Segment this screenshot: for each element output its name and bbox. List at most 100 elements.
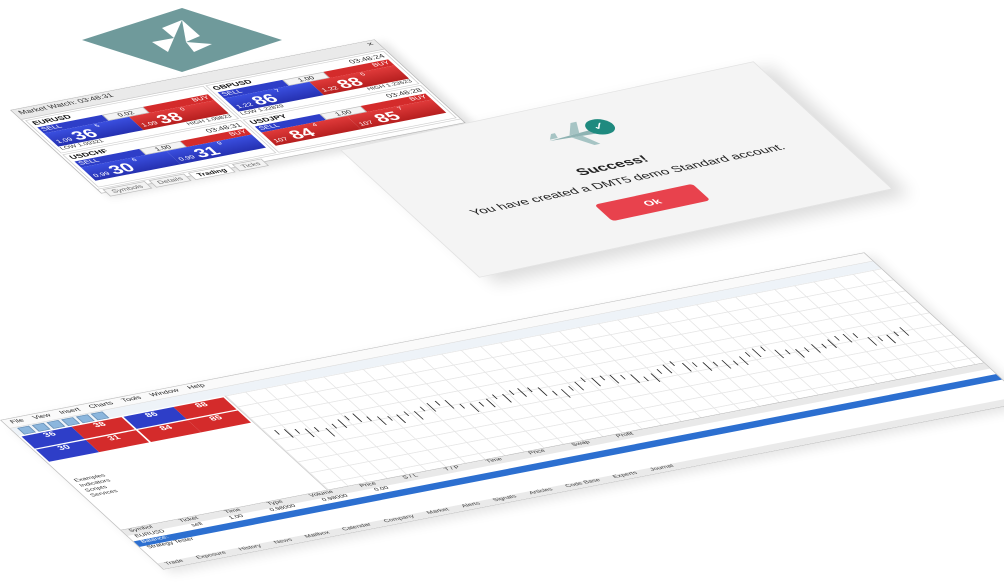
- ohlc-bar: [760, 346, 766, 352]
- ohlc-bar: [331, 423, 338, 429]
- sell-price-point: 7: [273, 88, 282, 94]
- ohlc-bar: [337, 419, 348, 428]
- tab-news[interactable]: News: [273, 538, 296, 547]
- ohlc-bar: [738, 356, 749, 365]
- ohlc-bar: [459, 403, 466, 409]
- ohlc-bar: [387, 416, 393, 421]
- ohlc-bar: [434, 400, 441, 406]
- trading-terminal: File View Insert Charts Tools Window Hel…: [0, 252, 1004, 570]
- ohlc-bar: [810, 344, 821, 353]
- ohlc-bar: [413, 411, 424, 420]
- sell-price-point: 4: [310, 122, 320, 128]
- ohlc-bar: [619, 374, 626, 380]
- ohlc-bar: [751, 348, 762, 358]
- ok-button[interactable]: Ok: [594, 183, 711, 222]
- close-icon[interactable]: ×: [365, 41, 377, 48]
- ohlc-bar: [702, 362, 713, 371]
- ohlc-bar: [325, 427, 336, 437]
- sell-price-prefix: 107: [271, 136, 291, 144]
- ohlc-bar: [630, 374, 641, 383]
- ohlc-bar: [732, 360, 739, 366]
- ohlc-bar: [599, 375, 606, 381]
- ohlc-bar: [821, 343, 827, 349]
- ohlc-bar: [662, 364, 673, 374]
- ohlc-bar: [877, 336, 884, 342]
- ohlc-bar: [591, 377, 602, 387]
- ohlc-bar: [517, 388, 528, 397]
- buy-price-prefix: 1.22: [319, 85, 341, 93]
- sell-price-point: 5: [93, 123, 102, 129]
- ohlc-bar: [526, 387, 533, 393]
- ohlc-bar: [485, 398, 496, 408]
- ohlc-bar: [313, 427, 320, 432]
- ohlc-bar: [426, 403, 437, 412]
- ohlc-bar: [551, 390, 558, 396]
- tab-experts[interactable]: Experts: [612, 471, 641, 481]
- ohlc-bar: [669, 361, 676, 366]
- ohlc-bar: [403, 411, 410, 417]
- dialog-illustration: ✓: [531, 115, 630, 157]
- ohlc-bar: [656, 369, 663, 374]
- ohlc-bar: [899, 327, 910, 336]
- ohlc-bar: [396, 414, 407, 423]
- tab-alerts[interactable]: Alerts: [460, 501, 484, 510]
- ohlc-bar: [827, 339, 838, 348]
- tab-calendar[interactable]: Calendar: [341, 522, 375, 533]
- sell-price-prefix: 1.09: [54, 136, 75, 145]
- tab-market[interactable]: Market: [426, 507, 453, 517]
- tab-company[interactable]: Company: [382, 514, 417, 525]
- navigator-tree: Examples Indicators Scripts Services: [72, 473, 124, 499]
- ohlc-bar: [469, 403, 480, 412]
- ohlc-bar: [568, 386, 574, 391]
- ohlc-bar: [501, 394, 512, 403]
- tab-journal[interactable]: Journal: [649, 464, 678, 474]
- sell-price-prefix: 1.22: [234, 101, 255, 110]
- ohlc-bar: [681, 363, 692, 372]
- ohlc-bar: [609, 374, 620, 384]
- ohlc-bar: [803, 347, 810, 353]
- ohlc-bar: [304, 428, 315, 438]
- buy-price-prefix: 107: [356, 119, 376, 128]
- ohlc-bar: [774, 349, 785, 359]
- ohlc-bar: [376, 416, 387, 425]
- ohlc-bar: [283, 429, 294, 438]
- ohlc-bar: [419, 406, 426, 412]
- buy-price-prefix: 0.99: [176, 154, 198, 162]
- ohlc-bar: [274, 429, 280, 435]
- ohlc-bar: [867, 337, 878, 346]
- ohlc-bar: [643, 376, 650, 382]
- ohlc-bar: [294, 429, 301, 434]
- quote-time: [201, 88, 208, 94]
- tab-articles[interactable]: Articles: [528, 487, 556, 497]
- ohlc-bar: [893, 331, 900, 337]
- ohlc-bar: [842, 333, 853, 343]
- ohlc-bar: [344, 415, 350, 421]
- buy-price-point: 6: [359, 72, 368, 77]
- tab-mailbox[interactable]: Mailbox: [304, 530, 334, 540]
- tab-code-base[interactable]: Code Base: [564, 478, 604, 490]
- tab-trade[interactable]: Trade: [163, 559, 187, 568]
- ohlc-bar: [784, 349, 791, 355]
- tab-signals[interactable]: Signals: [491, 494, 520, 504]
- ohlc-bar: [444, 400, 455, 409]
- ohlc-bar: [508, 390, 515, 396]
- ohlc-bar: [721, 360, 732, 369]
- buy-price-point: 0: [178, 107, 187, 112]
- ohlc-bar: [712, 361, 719, 367]
- ohlc-bar: [580, 377, 586, 383]
- ohlc-bar: [574, 381, 585, 391]
- tab-history[interactable]: History: [238, 544, 265, 554]
- ohlc-bar: [491, 394, 498, 400]
- buy-price-point: 7: [396, 106, 405, 111]
- ohlc-bar: [833, 335, 840, 341]
- ohlc-bar: [691, 362, 698, 367]
- sell-price-prefix: 0.99: [91, 170, 112, 179]
- ohlc-bar: [886, 334, 897, 344]
- buy-price-prefix: 1.09: [139, 119, 160, 128]
- ohlc-bar: [795, 349, 805, 358]
- tab-exposure[interactable]: Exposure: [195, 551, 230, 562]
- buy-price-point: 9: [215, 141, 224, 146]
- ohlc-bar: [560, 389, 571, 398]
- ohlc-bar: [852, 333, 859, 338]
- ohlc-bar: [537, 387, 548, 396]
